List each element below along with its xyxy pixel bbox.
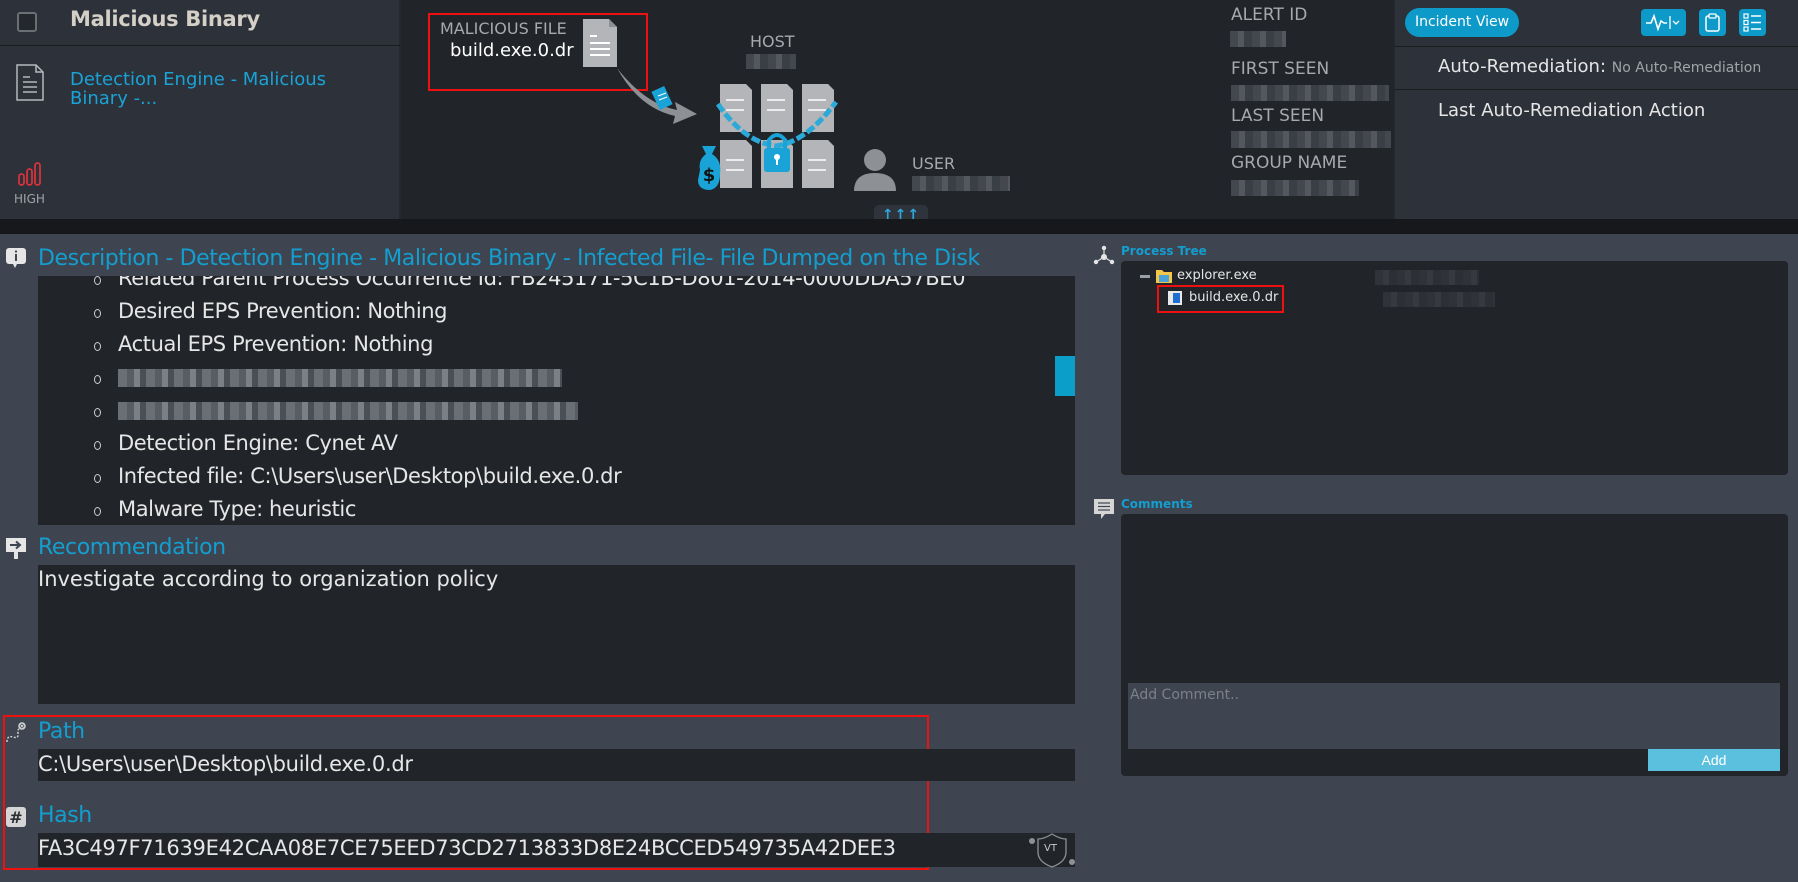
severity-high-icon	[18, 162, 41, 186]
virustotal-button[interactable]: VT	[1028, 832, 1076, 868]
executable-icon	[1168, 291, 1182, 305]
alert-title-row: Malicious Binary	[0, 0, 401, 46]
last-seen-label: LAST SEEN	[1231, 106, 1325, 126]
recommendation-text: Investigate according to organization po…	[38, 567, 499, 591]
recommendation-content: Investigate according to organization po…	[38, 565, 1075, 704]
auto-remediation-label: Auto-Remediation:	[1438, 56, 1607, 77]
comment-icon	[1094, 499, 1114, 519]
process-tree-title: Process Tree	[1121, 244, 1207, 258]
user-label: USER	[912, 154, 956, 173]
collapse-node-toggle[interactable]	[1140, 275, 1150, 278]
alert-title: Malicious Binary	[70, 7, 260, 31]
add-comment-button[interactable]: Add	[1648, 749, 1780, 771]
description-item: Infected file: C:\Users\user\Desktop\bui…	[38, 460, 965, 493]
description-item: Related Parent Process Occurrence Id: FB…	[38, 276, 965, 295]
checklist-button[interactable]	[1739, 9, 1766, 36]
auto-remediation-value: No Auto-Remediation	[1611, 60, 1762, 76]
add-comment-input[interactable]	[1128, 683, 1780, 749]
process-node-build-exe[interactable]: build.exe.0.dr	[1189, 290, 1278, 305]
last-auto-remediation-action: Last Auto-Remediation Action	[1438, 100, 1706, 121]
first-seen-value-redacted	[1231, 85, 1389, 101]
alert-id-label: ALERT ID	[1231, 5, 1308, 25]
description-scrollbar-thumb[interactable]	[1055, 356, 1075, 396]
select-alert-checkbox[interactable]	[17, 12, 37, 32]
host-label: HOST	[750, 32, 795, 51]
description-item: Desired EPS Prevention: Nothing	[38, 295, 965, 328]
description-item: Detection Engine: Cynet AV	[38, 427, 965, 460]
severity-label: HIGH	[14, 192, 45, 206]
description-title: Description - Detection Engine - Malicio…	[38, 246, 980, 271]
description-content[interactable]: Related Parent Process Occurrence Id: FB…	[38, 276, 1075, 525]
ransomware-host-icon: $	[698, 84, 838, 190]
hash-icon: #	[6, 807, 26, 827]
first-seen-label: FIRST SEEN	[1231, 59, 1330, 79]
description-item: Actual EPS Prevention: Nothing	[38, 328, 965, 361]
infection-arrow-icon	[617, 68, 697, 124]
virustotal-label: VT	[1044, 843, 1057, 854]
alert-header: Malicious Binary Detection Engine - Mali…	[0, 0, 1798, 225]
header-divider	[0, 219, 1798, 234]
description-item-redacted	[38, 361, 965, 394]
description-item-redacted	[38, 394, 965, 427]
svg-text:#: #	[9, 808, 22, 827]
group-name-value-redacted	[1231, 180, 1359, 196]
comments-title: Comments	[1121, 497, 1193, 511]
clipboard-button[interactable]	[1699, 9, 1726, 36]
document-icon	[16, 64, 44, 101]
description-list: Related Parent Process Occurrence Id: FB…	[38, 276, 965, 525]
hash-field[interactable]: FA3C497F71639E42CAA08E7CE75EED73CD271383…	[38, 833, 1075, 867]
auto-remediation-status: Auto-Remediation: No Auto-Remediation	[1438, 56, 1761, 77]
malicious-file-icon	[583, 19, 617, 67]
signpost-icon	[6, 538, 26, 559]
hash-title: Hash	[38, 803, 92, 828]
user-name-redacted	[912, 176, 1010, 191]
malicious-file-name[interactable]: build.exe.0.dr	[450, 40, 574, 61]
group-name-label: GROUP NAME	[1231, 153, 1348, 173]
alert-summary-panel: Malicious Binary Detection Engine - Mali…	[0, 0, 401, 219]
path-title: Path	[38, 719, 85, 744]
checklist-icon	[1743, 13, 1761, 32]
svg-text:$: $	[703, 165, 716, 186]
host-name-redacted	[746, 54, 796, 69]
process-node-explorer[interactable]: explorer.exe	[1177, 268, 1257, 283]
activity-dropdown-button[interactable]	[1641, 9, 1686, 36]
hash-value: FA3C497F71639E42CAA08E7CE75EED73CD271383…	[38, 836, 896, 860]
route-icon	[6, 722, 26, 743]
user-icon	[854, 149, 896, 191]
malicious-file-label: MALICIOUS FILE	[440, 19, 567, 38]
path-value: C:\Users\user\Desktop\build.exe.0.dr	[38, 752, 413, 776]
clipboard-icon	[1705, 13, 1720, 32]
activity-pulse-icon	[1646, 13, 1680, 32]
detection-engine-link[interactable]: Detection Engine - Malicious Binary -...	[70, 70, 370, 108]
process-node-info-redacted	[1383, 292, 1495, 307]
description-item: Malware Type: heuristic	[38, 493, 965, 525]
process-tree-icon	[1093, 245, 1115, 265]
info-icon	[6, 248, 26, 268]
recommendation-title: Recommendation	[38, 535, 226, 560]
alert-id-value-redacted	[1230, 31, 1286, 47]
folder-icon	[1156, 270, 1172, 283]
process-node-info-redacted	[1375, 270, 1479, 285]
path-field[interactable]: C:\Users\user\Desktop\build.exe.0.dr	[38, 749, 1075, 781]
incident-view-button[interactable]: Incident View	[1405, 8, 1519, 37]
last-seen-value-redacted	[1231, 131, 1391, 148]
